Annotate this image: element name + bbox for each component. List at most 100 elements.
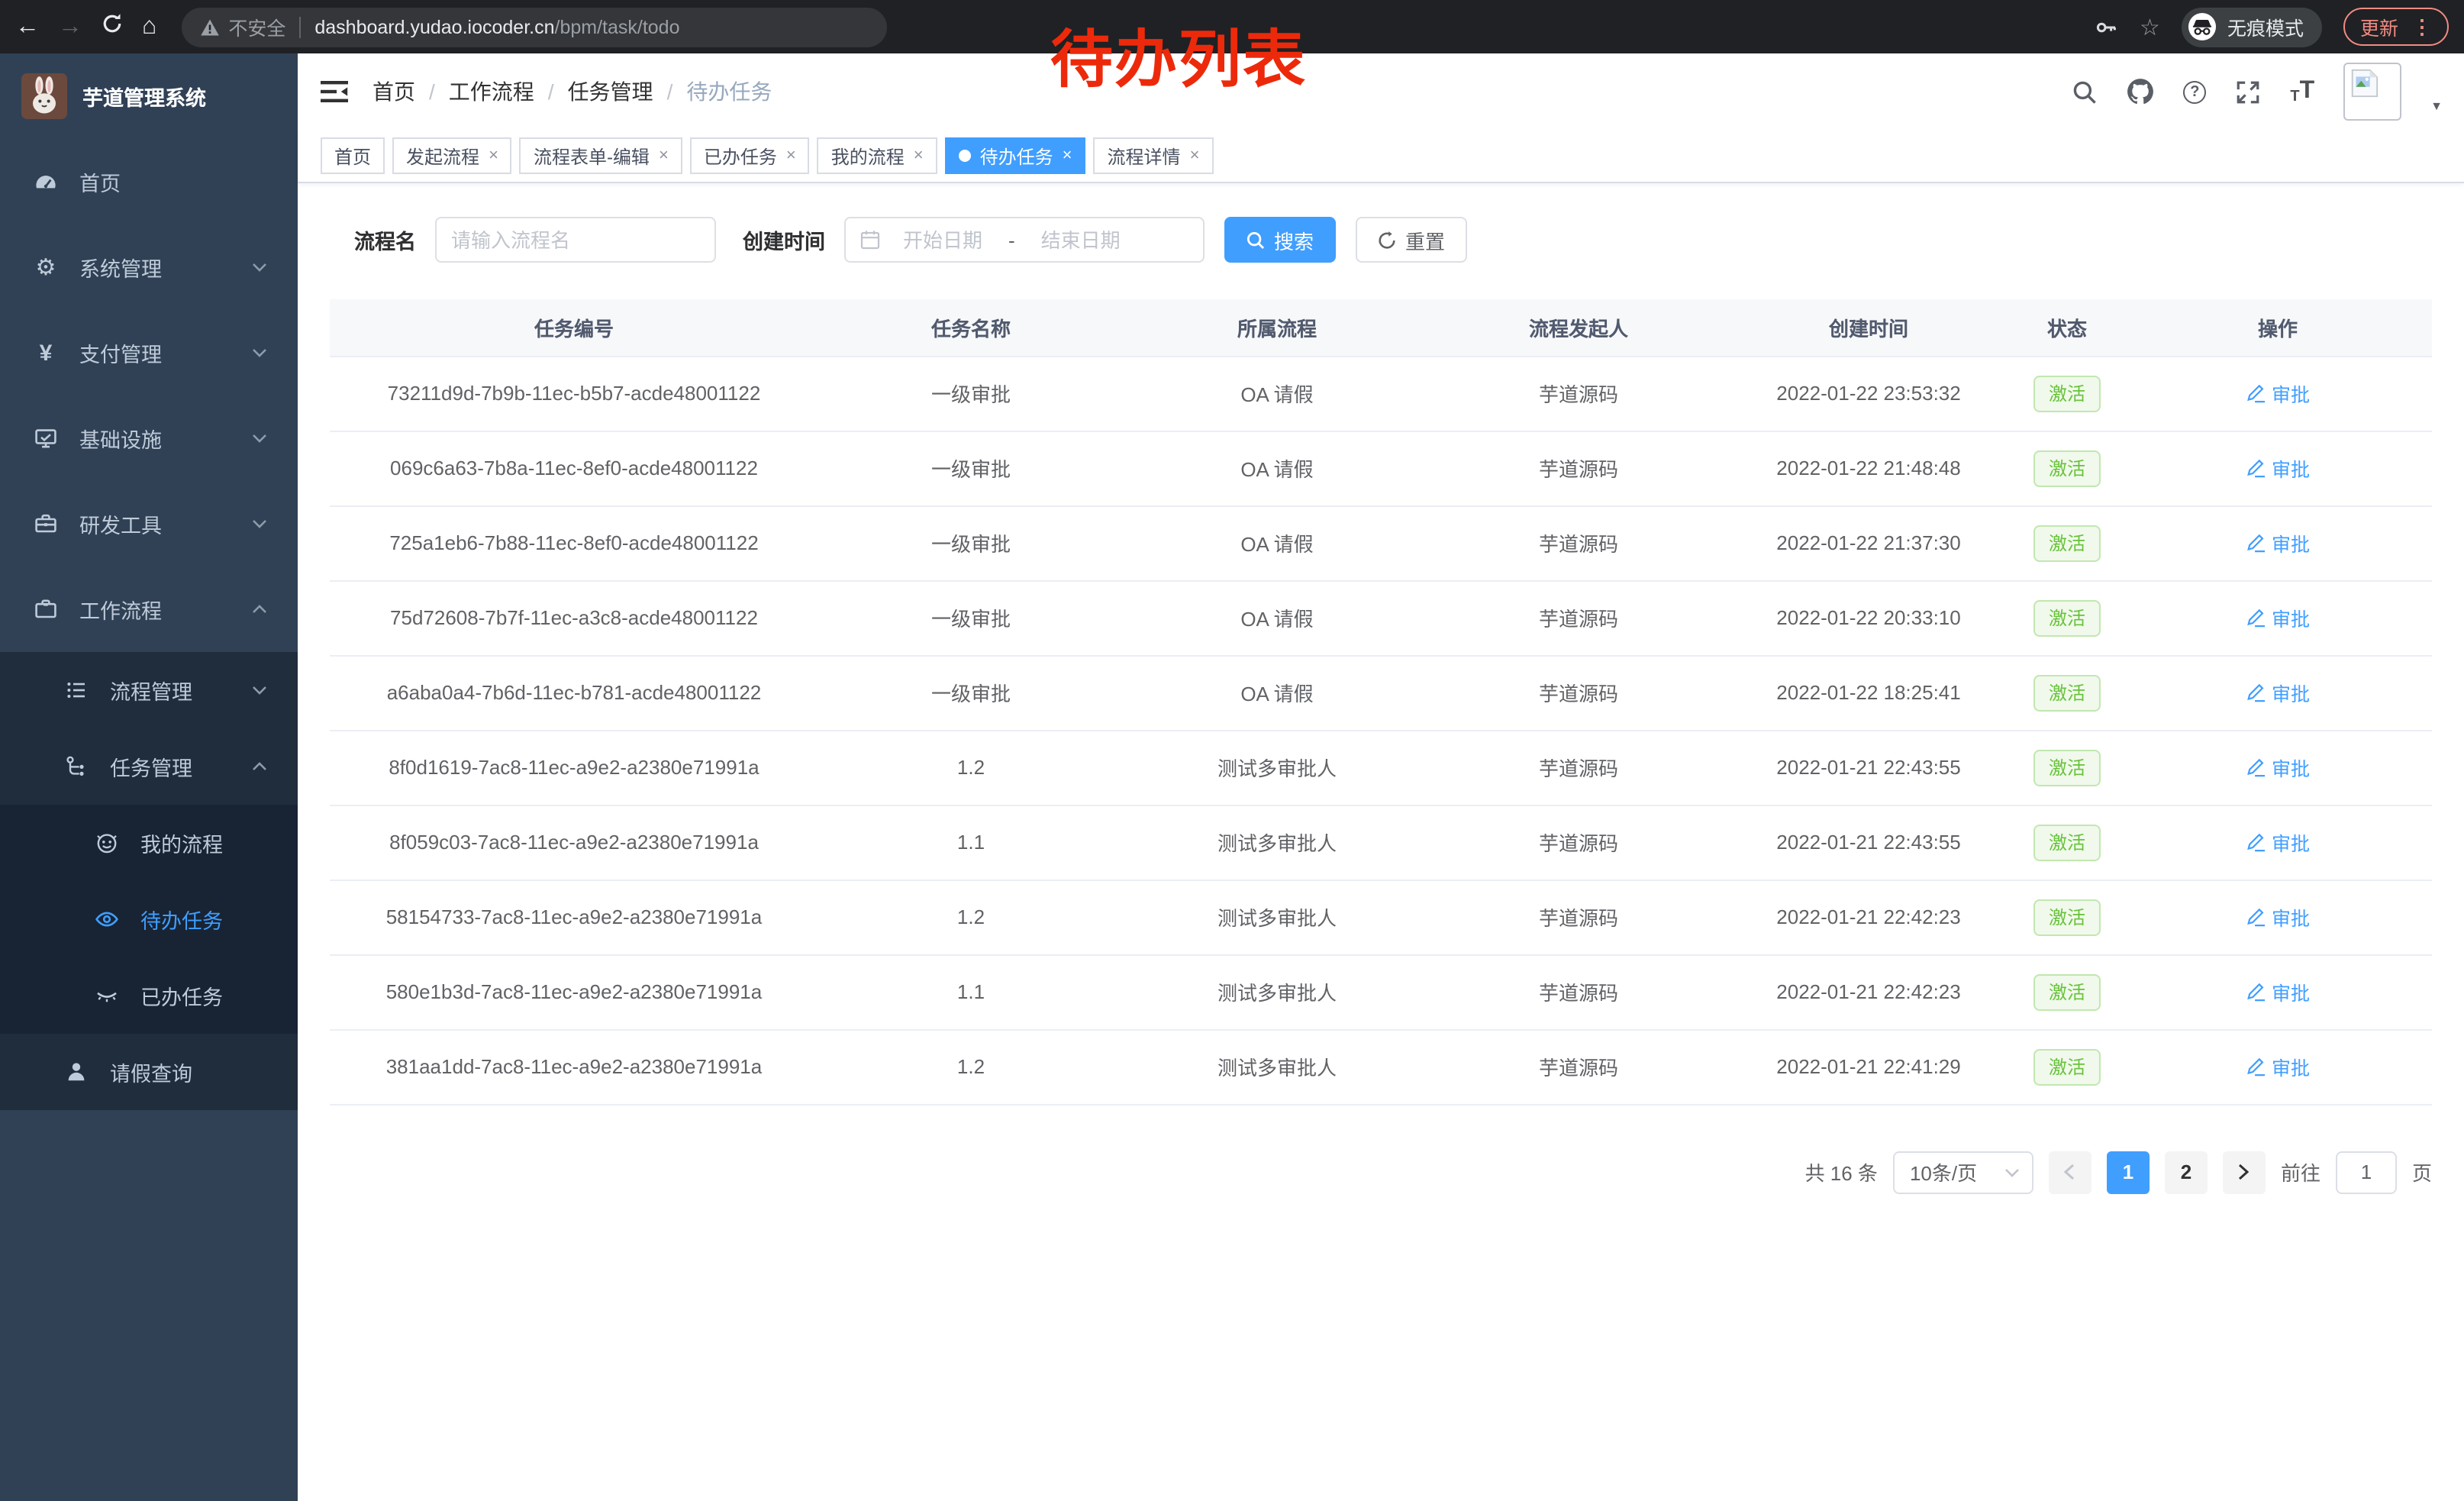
app-title: 芋道管理系统 <box>82 81 206 111</box>
starter-cell: 芋道源码 <box>1430 954 1727 1029</box>
tab-my-process[interactable]: 我的流程 × <box>818 137 937 174</box>
sidebar-item-workflow[interactable]: 工作流程 <box>0 567 298 652</box>
breadcrumb: 首页 / 工作流程 / 任务管理 / 待办任务 <box>373 76 772 107</box>
url-path: /bpm/task/todo <box>555 16 680 37</box>
page-button-1[interactable]: 1 <box>2107 1151 2150 1193</box>
col-task-name: 任务名称 <box>818 299 1124 356</box>
address-bar[interactable]: 不安全 dashboard.yudao.iocoder.cn/bpm/task/… <box>181 7 886 47</box>
next-page-button[interactable] <box>2223 1151 2266 1193</box>
fullscreen-icon[interactable] <box>2235 79 2261 105</box>
approve-link[interactable]: 审批 <box>2246 828 2310 857</box>
navbar-actions: ? TT ▼ <box>2072 63 2443 121</box>
start-date-input[interactable] <box>880 228 1005 251</box>
tab-todo-tasks[interactable]: 待办任务× <box>945 137 1086 174</box>
avatar-dropdown-caret-icon[interactable]: ▼ <box>2430 98 2443 112</box>
tab-process-detail[interactable]: 流程详情× <box>1094 137 1214 174</box>
tab-label: 我的流程 <box>831 143 905 169</box>
approve-label: 审批 <box>2272 454 2310 483</box>
page-unit-label: 页 <box>2412 1157 2432 1186</box>
close-icon[interactable]: × <box>489 147 498 164</box>
close-icon[interactable]: × <box>1063 147 1072 164</box>
browser-reload-icon[interactable] <box>101 12 124 41</box>
help-icon[interactable]: ? <box>2183 80 2206 103</box>
sidebar-item-my-process[interactable]: 我的流程 <box>0 805 298 881</box>
app-logo-row[interactable]: 芋道管理系统 <box>0 53 298 139</box>
search-button[interactable]: 搜索 <box>1224 217 1335 263</box>
approve-link[interactable]: 审批 <box>2246 454 2310 483</box>
sidebar-item-home[interactable]: 首页 <box>0 139 298 224</box>
prev-page-button[interactable] <box>2049 1151 2091 1193</box>
approve-label: 审批 <box>2272 1052 2310 1081</box>
approve-label: 审批 <box>2272 603 2310 632</box>
eye-icon <box>95 907 119 931</box>
date-range-picker[interactable]: - <box>843 217 1204 263</box>
sidebar-item-payment[interactable]: ¥ 支付管理 <box>0 310 298 395</box>
approve-link[interactable]: 审批 <box>2246 678 2310 707</box>
process-name-label: 流程名 <box>354 224 416 255</box>
tab-form-edit[interactable]: 流程表单-编辑× <box>520 137 682 174</box>
approve-link[interactable]: 审批 <box>2246 528 2310 557</box>
breadcrumb-current: 待办任务 <box>686 76 772 107</box>
approve-link[interactable]: 审批 <box>2246 379 2310 408</box>
browser-menu-icon[interactable]: ⋮ <box>2412 15 2432 39</box>
sidebar-item-infra[interactable]: 基础设施 <box>0 395 298 481</box>
tab-home[interactable]: 首页 <box>321 137 385 174</box>
close-icon[interactable]: × <box>1190 147 1200 164</box>
eye-closed-icon <box>95 983 119 1008</box>
page-button-2[interactable]: 2 <box>2165 1151 2208 1193</box>
sidebar-collapse-icon[interactable] <box>321 79 348 104</box>
table-row: 8f059c03-7ac8-11ec-a9e2-a2380e71991a 1.1… <box>330 805 2432 880</box>
browser-back-icon[interactable]: ← <box>15 15 40 39</box>
page-size-select[interactable]: 10条/页 <box>1893 1151 2033 1193</box>
close-icon[interactable]: × <box>659 147 669 164</box>
time-cell: 2022-01-21 22:41:29 <box>1727 1029 2011 1104</box>
starter-cell: 芋道源码 <box>1430 880 1727 954</box>
browser-home-icon[interactable]: ⌂ <box>142 15 156 39</box>
chrome-toolbar-right: ☆ 无痕模式 更新 ⋮ <box>2094 7 2449 47</box>
sidebar-item-task-mgmt[interactable]: 任务管理 <box>0 728 298 805</box>
active-tab-dot <box>959 150 971 162</box>
github-icon[interactable] <box>2127 78 2154 105</box>
end-date-input[interactable] <box>1018 228 1143 251</box>
url-host: dashboard.yudao.iocoder.cn <box>314 16 554 37</box>
browser-update-button[interactable]: 更新 ⋮ <box>2343 8 2449 46</box>
bookmark-star-icon[interactable]: ☆ <box>2140 13 2160 40</box>
process-name-input[interactable] <box>434 217 715 263</box>
task-id-cell: 069c6a63-7b8a-11ec-8ef0-acde48001122 <box>330 431 818 505</box>
search-icon[interactable] <box>2072 79 2098 105</box>
approve-link[interactable]: 审批 <box>2246 977 2310 1006</box>
task-id-cell: 75d72608-7b7f-11ec-a3c8-acde48001122 <box>330 580 818 655</box>
goto-label: 前往 <box>2281 1157 2320 1186</box>
password-key-icon[interactable] <box>2094 15 2118 39</box>
tab-done-tasks[interactable]: 已办任务× <box>690 137 810 174</box>
close-icon[interactable]: × <box>786 147 796 164</box>
font-size-icon[interactable]: TT <box>2290 78 2314 105</box>
sidebar-item-devtools[interactable]: 研发工具 <box>0 481 298 567</box>
close-icon[interactable]: × <box>914 147 924 164</box>
sidebar-item-todo-tasks[interactable]: 待办任务 <box>0 881 298 957</box>
approve-link[interactable]: 审批 <box>2246 753 2310 782</box>
breadcrumb-task-mgmt[interactable]: 任务管理 <box>568 76 653 107</box>
chevron-down-icon <box>252 519 267 528</box>
browser-forward-icon[interactable]: → <box>58 15 82 39</box>
starter-cell: 芋道源码 <box>1430 356 1727 431</box>
approve-link[interactable]: 审批 <box>2246 1052 2310 1081</box>
user-avatar[interactable] <box>2343 63 2401 121</box>
breadcrumb-workflow[interactable]: 工作流程 <box>449 76 534 107</box>
reset-button[interactable]: 重置 <box>1355 217 1466 263</box>
sidebar-item-done-tasks[interactable]: 已办任务 <box>0 957 298 1034</box>
tab-start-process[interactable]: 发起流程× <box>392 137 512 174</box>
approve-link[interactable]: 审批 <box>2246 902 2310 931</box>
table-row: 8f0d1619-7ac8-11ec-a9e2-a2380e71991a 1.2… <box>330 730 2432 805</box>
goto-page-input[interactable] <box>2336 1151 2397 1193</box>
sidebar-item-process-mgmt[interactable]: 流程管理 <box>0 652 298 728</box>
process-cell: OA 请假 <box>1124 655 1430 730</box>
sidebar-item-label: 待办任务 <box>140 904 223 934</box>
sidebar-item-leave-query[interactable]: 请假查询 <box>0 1034 298 1110</box>
breadcrumb-home[interactable]: 首页 <box>373 76 415 107</box>
approve-link[interactable]: 审批 <box>2246 603 2310 632</box>
reset-button-label: 重置 <box>1405 225 1445 254</box>
briefcase-icon <box>34 597 58 621</box>
sidebar-item-label: 已办任务 <box>140 980 223 1011</box>
sidebar-item-system[interactable]: ⚙ 系统管理 <box>0 224 298 310</box>
